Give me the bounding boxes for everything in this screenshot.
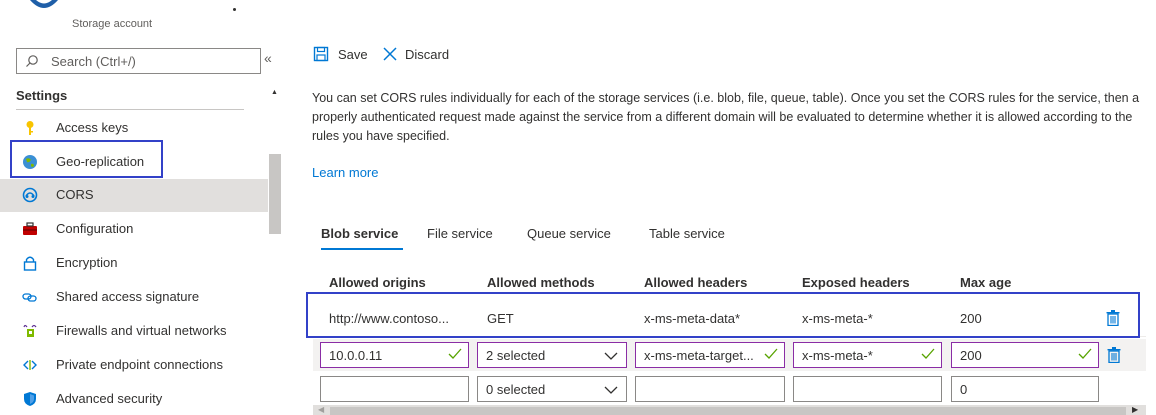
scroll-left-arrow-icon[interactable]: ◀ [318,405,324,414]
cors-description: You can set CORS rules individually for … [312,91,1140,143]
sidebar-item-label: Configuration [56,221,134,236]
max-age-value: 200 [960,348,982,363]
new-allowed-methods-value: 0 selected [486,382,546,397]
active-tab-indicator [321,248,403,250]
discard-button[interactable]: Discard [382,44,449,64]
tab-queue-service[interactable]: Queue service [527,226,611,241]
sidebar-item-shared-access-signature[interactable]: Shared access signature [0,281,268,314]
save-icon [313,46,329,62]
link-icon [22,293,37,302]
divider [16,109,244,110]
search-placeholder: Search (Ctrl+/) [51,54,136,69]
sidebar-item-advanced-security[interactable]: Advanced security [0,383,268,415]
shield-icon [24,392,36,406]
column-header-max-age: Max age [960,275,1012,290]
new-max-age-value: 0 [960,382,968,397]
horizontal-scrollbar-thumb[interactable] [330,407,1126,415]
sidebar-item-private-endpoint-connections[interactable]: Private endpoint connections [0,349,268,382]
toolbox-icon [23,222,37,235]
sidebar-item-label: Encryption [56,255,118,270]
settings-heading: Settings [16,88,68,103]
new-allowed-methods-dropdown[interactable]: 0 selected [477,376,627,402]
check-icon [1078,348,1092,359]
key-icon [26,121,34,135]
learn-more-link[interactable]: Learn more [312,165,378,180]
column-header-exposed-headers: Exposed headers [802,275,910,290]
check-icon [764,348,778,359]
tab-table-service[interactable]: Table service [649,226,725,241]
allowed-methods-dropdown[interactable]: 2 selected [477,342,627,368]
sidebar-item-firewalls[interactable]: Firewalls and virtual networks [0,315,268,348]
scroll-right-arrow-icon[interactable]: ▶ [1132,405,1138,414]
sidebar-item-label: Firewalls and virtual networks [56,323,227,338]
search-icon [26,55,38,67]
sidebar-item-label: Private endpoint connections [56,357,223,372]
scroll-up-arrow-icon[interactable]: ▲ [271,89,278,96]
sidebar: Search (Ctrl+/) « Settings ▲ Access keys… [0,36,285,415]
more-dot-icon[interactable] [233,8,236,11]
save-button[interactable]: Save [313,44,368,64]
cors-icon [22,187,38,203]
endpoint-icon [23,360,37,370]
row-highlight-box [306,292,1140,338]
sidebar-item-label: CORS [56,187,94,202]
collapse-sidebar-button[interactable]: « [264,50,272,66]
storage-logo-icon [30,0,58,8]
resource-header: Storage account [0,0,1156,36]
column-header-allowed-origins: Allowed origins [329,275,426,290]
tab-blob-service[interactable]: Blob service [321,226,398,241]
save-label: Save [338,46,368,62]
close-icon [383,47,397,61]
column-header-allowed-methods: Allowed methods [487,275,595,290]
new-allowed-headers-field[interactable] [635,376,785,402]
sidebar-item-encryption[interactable]: Encryption [0,247,268,280]
tab-file-service[interactable]: File service [427,226,493,241]
new-exposed-headers-field[interactable] [793,376,942,402]
sidebar-item-label: Shared access signature [56,289,200,304]
check-icon [448,348,462,359]
search-input[interactable]: Search (Ctrl+/) [16,48,261,74]
delete-row-icon[interactable] [1107,347,1121,363]
chevron-down-icon [604,352,618,360]
sidebar-item-cors[interactable]: CORS [0,179,268,212]
new-allowed-origins-field[interactable] [320,376,469,402]
column-header-allowed-headers: Allowed headers [644,275,748,290]
resource-subtitle: Storage account [72,18,153,30]
exposed-headers-value: x-ms-meta-* [802,348,873,363]
sidebar-item-configuration[interactable]: Configuration [0,213,268,246]
cors-highlight-box [10,140,163,178]
lock-icon [23,256,37,271]
allowed-origins-value: 10.0.0.11 [329,348,383,363]
allowed-methods-value: 2 selected [486,348,546,363]
exposed-headers-field[interactable]: x-ms-meta-* [793,342,942,368]
allowed-headers-value: x-ms-meta-target... [644,348,754,363]
new-max-age-field[interactable]: 0 [951,376,1099,402]
sidebar-scrollbar[interactable] [269,154,281,234]
allowed-headers-field[interactable]: x-ms-meta-target... [635,342,785,368]
max-age-field[interactable]: 200 [951,342,1099,368]
allowed-origins-field[interactable]: 10.0.0.11 [320,342,469,368]
sidebar-item-label: Access keys [56,120,129,135]
firewall-icon [23,324,37,337]
discard-label: Discard [405,46,450,62]
chevron-down-icon [604,386,618,394]
check-icon [921,348,935,359]
sidebar-item-label: Advanced security [56,391,163,406]
